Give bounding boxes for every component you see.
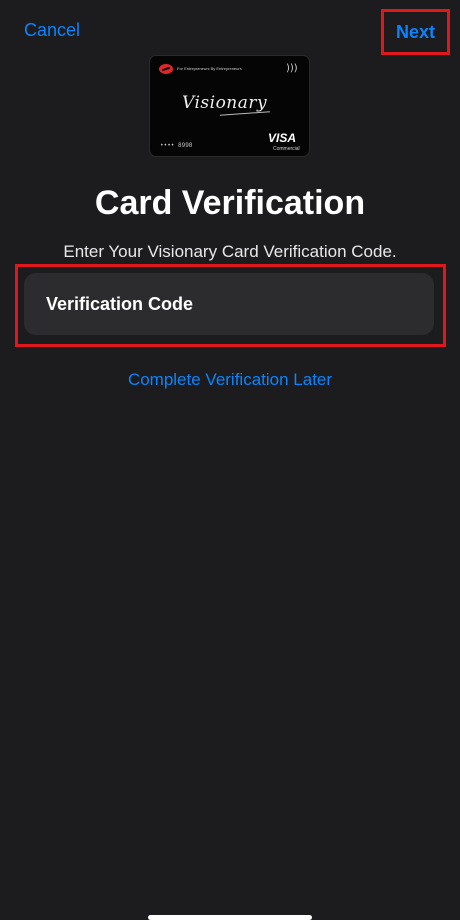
card-image: For Entrepreneurs By Entrepreneurs ))) V… [150, 56, 309, 156]
card-network-sub: Commercial [273, 146, 300, 152]
page-title: Card Verification [94, 184, 366, 222]
complete-verification-later-link[interactable]: Complete Verification Later [0, 370, 460, 390]
verification-code-input[interactable] [24, 273, 434, 335]
visa-logo: VISA [268, 131, 297, 145]
cancel-button[interactable]: Cancel [24, 20, 80, 41]
card-number: •••• 8998 [160, 142, 193, 149]
contactless-icon: ))) [286, 63, 298, 74]
home-indicator [148, 915, 312, 920]
next-button[interactable]: Next [381, 9, 450, 55]
card-script-name: Visionary [182, 93, 268, 113]
page-subtitle: Enter Your Visionary Card Verification C… [63, 242, 397, 261]
bank-logo-icon [159, 64, 173, 74]
card-verification-screen: Cancel Next For Entrepreneurs By Entrepr… [0, 0, 460, 920]
card-tagline: For Entrepreneurs By Entrepreneurs [177, 66, 242, 71]
